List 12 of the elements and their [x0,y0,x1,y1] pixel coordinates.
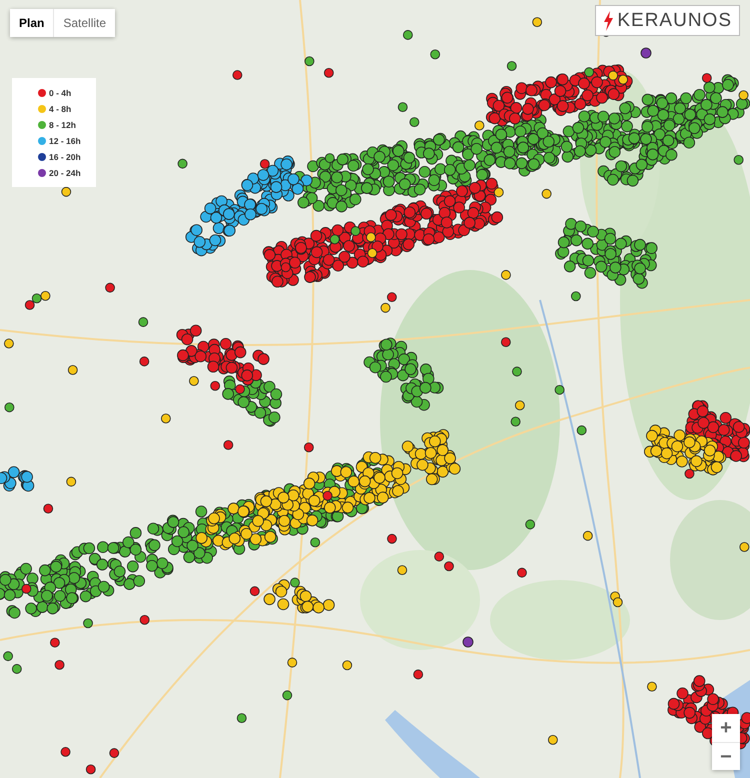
legend-label: 8 - 12h [49,120,76,130]
zoom-out-button[interactable]: − [712,742,740,770]
legend-label: 0 - 4h [49,88,72,98]
map-type-tab[interactable]: Plan [10,9,54,37]
legend-label: 12 - 16h [49,136,81,146]
map-type-tab[interactable]: Satellite [53,9,116,37]
legend-label: 20 - 24h [49,168,81,178]
legend-label: 16 - 20h [49,152,81,162]
zoom-in-button[interactable]: + [712,714,740,742]
logo-text: KERAUNOS [617,10,732,32]
legend-label: 4 - 8h [49,104,72,114]
lightning-icon [603,10,614,30]
